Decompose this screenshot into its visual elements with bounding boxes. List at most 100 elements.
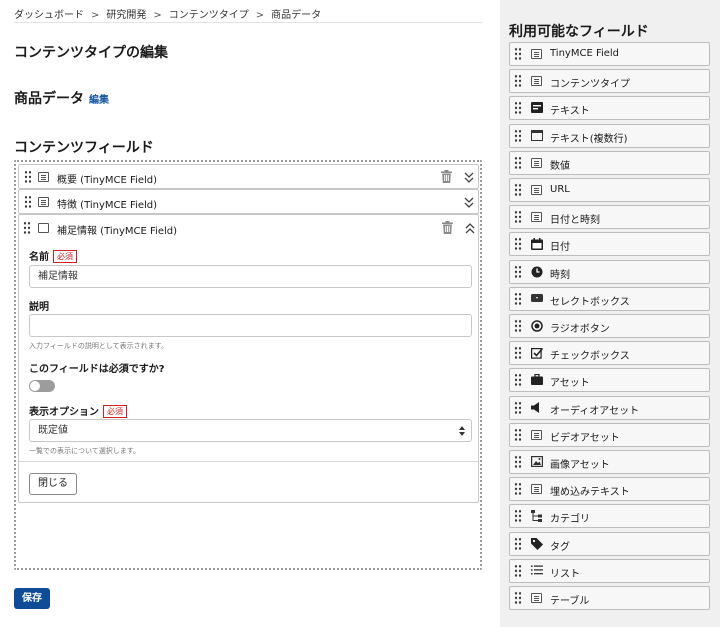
drag-handle-icon[interactable]	[514, 346, 522, 361]
box-lines-icon	[531, 184, 543, 196]
palette-item[interactable]: セレクトボックス	[509, 286, 710, 311]
close-button[interactable]: 閉じる	[29, 473, 77, 495]
box-lines-icon	[531, 429, 543, 441]
palette-item-label: テーブル	[550, 596, 590, 607]
save-button[interactable]: 保存	[14, 588, 50, 609]
palette-item[interactable]: リスト	[509, 558, 710, 583]
drag-handle-icon[interactable]	[24, 170, 32, 184]
drag-handle-icon[interactable]	[514, 482, 522, 497]
drag-handle-icon[interactable]	[514, 591, 522, 605]
chevron-double-down-icon[interactable]	[464, 197, 474, 209]
drag-handle-icon[interactable]	[24, 195, 32, 209]
speaker-icon	[531, 401, 543, 414]
name-input[interactable]: 補足情報	[29, 265, 472, 288]
drag-handle-icon[interactable]	[514, 563, 522, 578]
content-fields-dropzone[interactable]: 概要 (TinyMCE Field) 特徴 (TinyMCE Field) 補足…	[14, 160, 482, 570]
drag-handle-icon[interactable]	[514, 319, 522, 333]
field-row-features[interactable]: 特徴 (TinyMCE Field)	[18, 189, 479, 214]
palette-item[interactable]: URL	[509, 178, 710, 202]
palette-item[interactable]: ビデオアセット	[509, 422, 710, 447]
drag-handle-icon[interactable]	[514, 101, 522, 116]
select-value: 既定値	[38, 425, 68, 436]
available-fields-sidebar: 利用可能なフィールド TinyMCE Field コンテンツタイプ テキスト テキスト…	[500, 0, 720, 627]
palette-item[interactable]: タグ	[509, 531, 710, 556]
palette-item-label: リスト	[550, 568, 580, 580]
breadcrumb-separator: >	[153, 10, 162, 21]
drag-handle-icon[interactable]	[514, 74, 522, 89]
drag-handle-icon[interactable]	[23, 221, 31, 235]
drag-handle-icon[interactable]	[514, 373, 522, 388]
box-lines-icon	[531, 592, 543, 604]
description-hint: 入力フィールドの説明として表示されます。	[29, 342, 168, 350]
drag-handle-icon[interactable]	[514, 264, 522, 279]
required-badge: 必須	[53, 250, 77, 263]
briefcase-icon	[531, 374, 543, 386]
drag-handle-icon[interactable]	[514, 400, 522, 415]
palette-item[interactable]: コンテンツタイプ	[509, 69, 710, 94]
box-lines-icon	[531, 483, 543, 495]
palette-item-label: 時刻	[550, 269, 570, 281]
select-arrows-icon	[459, 426, 465, 436]
drag-handle-icon[interactable]	[514, 291, 522, 306]
drag-handle-icon[interactable]	[514, 427, 522, 442]
palette-item[interactable]: 画像アセット	[509, 450, 710, 474]
content-fields-title: コンテンツフィールド	[14, 140, 154, 156]
box-lines-icon	[531, 157, 543, 169]
drag-handle-icon[interactable]	[514, 47, 522, 61]
drag-handle-icon[interactable]	[514, 128, 522, 143]
breadcrumb-rnd[interactable]: 研究開発	[106, 10, 146, 21]
drag-handle-icon[interactable]	[514, 455, 522, 469]
display-option-select[interactable]: 既定値	[29, 419, 472, 442]
palette-item[interactable]: 時刻	[509, 259, 710, 284]
name-label: 名前 必須	[29, 248, 77, 263]
required-toggle[interactable]	[29, 380, 55, 392]
drag-handle-icon[interactable]	[514, 237, 522, 252]
field-row-overview[interactable]: 概要 (TinyMCE Field)	[18, 164, 479, 189]
description-input[interactable]	[29, 314, 472, 337]
edit-name-link[interactable]: 編集	[89, 91, 109, 106]
chevron-double-down-icon[interactable]	[464, 172, 474, 184]
chevron-double-up-icon[interactable]	[465, 223, 475, 235]
palette-item[interactable]: カテゴリ	[509, 504, 710, 529]
palette-item-label: カテゴリ	[550, 514, 590, 526]
breadcrumb-separator: >	[91, 10, 100, 21]
description-label: 説明	[29, 302, 49, 313]
palette-item-label: チェックボックス	[550, 351, 630, 363]
palette-item-label: セレクトボックス	[550, 296, 630, 308]
content-type-name: 商品データ	[14, 91, 84, 107]
drag-handle-icon[interactable]	[514, 155, 522, 170]
display-option-label: 表示オプション 必須	[29, 403, 127, 418]
required-question-label: このフィールドは必須ですか?	[29, 364, 165, 375]
palette-item[interactable]: チェックボックス	[509, 341, 710, 366]
palette-item[interactable]: 埋め込みテキスト	[509, 477, 710, 502]
palette-item[interactable]: アセット	[509, 368, 710, 393]
trash-icon[interactable]	[442, 221, 453, 234]
palette-item[interactable]: 日付	[509, 232, 710, 257]
box-lines-icon	[531, 211, 543, 223]
palette-item[interactable]: 日付と時刻	[509, 205, 710, 230]
drag-handle-icon[interactable]	[514, 536, 522, 551]
drag-handle-icon[interactable]	[514, 210, 522, 225]
palette-item[interactable]: 数値	[509, 150, 710, 175]
trash-icon[interactable]	[441, 170, 452, 183]
drag-handle-icon[interactable]	[514, 509, 522, 524]
palette-item-label: 日付	[550, 242, 570, 254]
palette-item[interactable]: TinyMCE Field	[509, 42, 710, 66]
field-label: 補足情報 (TinyMCE Field)	[57, 226, 178, 237]
palette-item[interactable]: テーブル	[509, 586, 710, 610]
palette-item[interactable]: テキスト	[509, 96, 710, 121]
page-title: コンテンツタイプの編集	[14, 45, 168, 61]
breadcrumb-dashboard[interactable]: ダッシュボード	[14, 10, 84, 21]
display-option-hint: 一覧での表示について選択します。	[29, 447, 141, 455]
palette-item[interactable]: ラジオボタン	[509, 314, 710, 338]
image-icon	[531, 456, 544, 468]
drag-handle-icon[interactable]	[514, 183, 522, 197]
breadcrumb-content-types[interactable]: コンテンツタイプ	[169, 10, 249, 21]
palette-item-label: TinyMCE Field	[550, 48, 620, 59]
required-badge: 必須	[103, 405, 127, 418]
palette-item[interactable]: テキスト(複数行)	[509, 123, 710, 148]
list-icon	[531, 565, 543, 577]
palette-item-label: タグ	[550, 541, 570, 553]
palette-item[interactable]: オーディオアセット	[509, 395, 710, 420]
breadcrumb-separator: >	[255, 10, 265, 21]
